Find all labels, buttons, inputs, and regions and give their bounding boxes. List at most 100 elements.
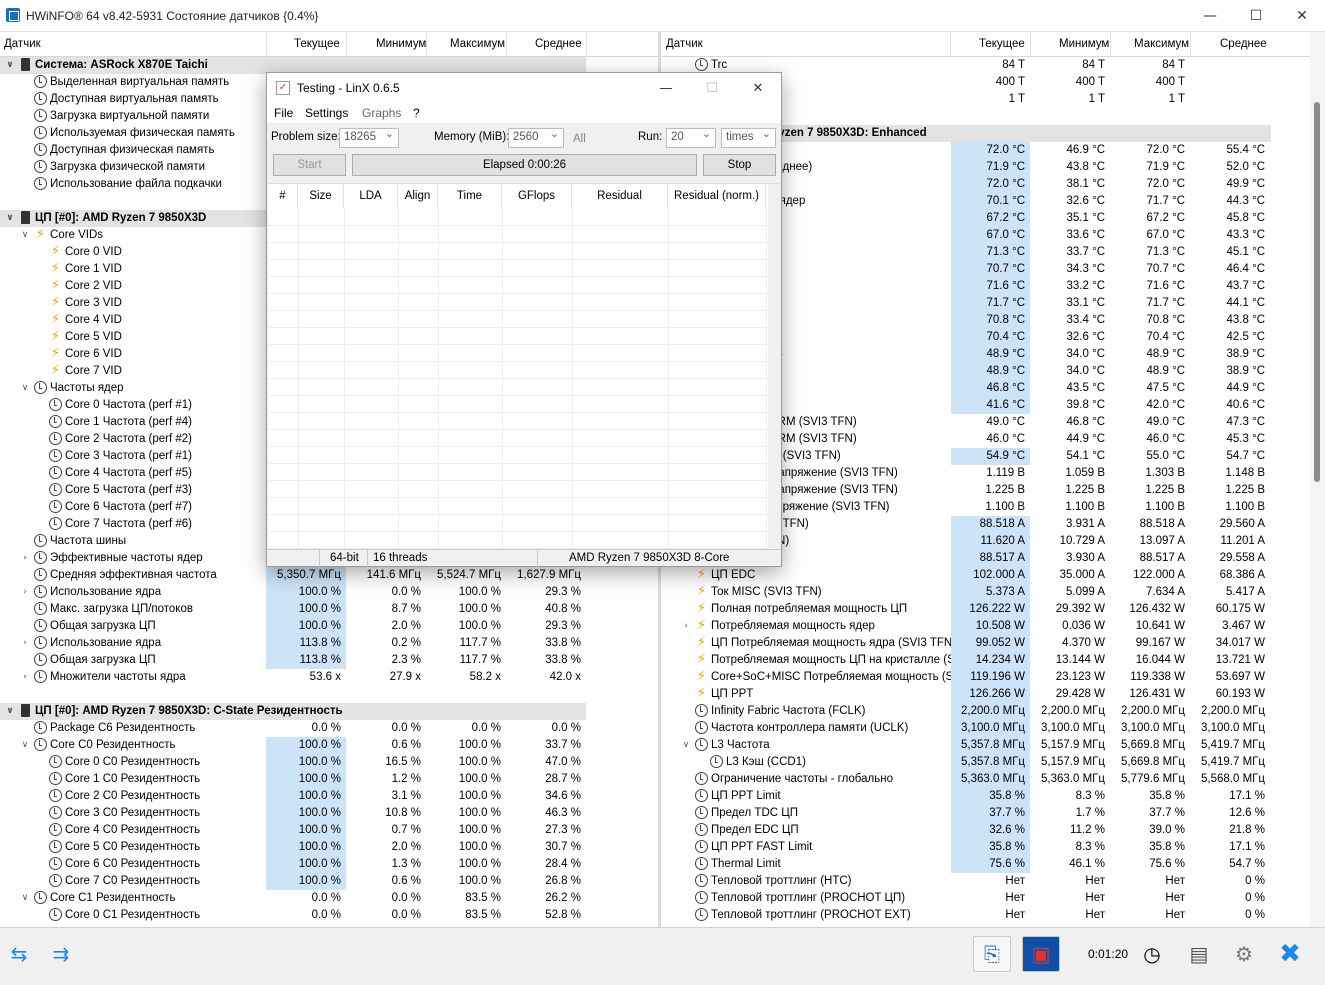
sensor-row[interactable]: Общая загрузка ЦП 113.8 % 2.3 % 117.7 % 33.8… — [0, 652, 658, 669]
expand-toggle-icon[interactable]: › — [680, 621, 692, 631]
expand-toggle-icon[interactable]: ∨ — [19, 230, 31, 240]
sensor-row[interactable]: Core 2 C0 Резидентность 100.0 % 3.1 % 100.0… — [0, 788, 658, 805]
sensor-row[interactable]: Core 4 C0 Резидентность 100.0 % 0.7 % 100.0… — [0, 822, 658, 839]
sensor-row[interactable]: Средняя эффективная частота 5,350.7 МГц 14… — [0, 567, 658, 584]
vertical-scrollbar[interactable] — [1310, 32, 1325, 927]
run-unit-combo[interactable]: times — [721, 127, 776, 148]
sensor-row[interactable]: Тепловой троттлинг (HTC) Нет Нет Нет 0 % — [661, 873, 1317, 890]
expand-toggle-icon[interactable]: ∨ — [4, 60, 16, 70]
sensor-row[interactable]: Core 7 C0 Резидентность 100.0 % 0.6 % 100.0… — [0, 873, 658, 890]
expand-toggle-icon[interactable]: › — [19, 553, 31, 563]
menu-help[interactable]: ? — [413, 106, 420, 120]
col-min-right[interactable]: Минимум — [1059, 38, 1109, 50]
sensor-row[interactable]: Макс. загрузка ЦП/потоков 100.0 % 8.7 % 100… — [0, 601, 658, 618]
col-avg[interactable]: Среднее — [535, 38, 582, 50]
sensor-row[interactable]: ⚡ ЦП PPT 126.266 W 29.428 W 126.431 W 60.193 … — [661, 686, 1317, 703]
expand-toggle-icon[interactable]: › — [19, 672, 31, 682]
expand-toggle-icon[interactable]: ∨ — [680, 740, 692, 750]
results-scrollbar[interactable] — [768, 184, 780, 549]
sensor-row[interactable]: ⚡ Ток MISC (SVI3 TFN) 5.373 A 5.099 A 7.634 … — [661, 584, 1317, 601]
close-button[interactable]: ✕ — [1279, 0, 1325, 32]
sensor-row[interactable]: Core 5 C0 Резидентность 100.0 % 2.0 % 100.0… — [0, 839, 658, 856]
th-time[interactable]: Time — [438, 184, 502, 208]
th-align[interactable]: Align — [398, 184, 438, 208]
gear-icon[interactable]: ⚙ — [1225, 936, 1263, 972]
sensor-row[interactable]: ⚡ Полная потребляемая мощность ЦП 126.222 … — [661, 601, 1317, 618]
sensor-row[interactable]: Infinity Fabric Частота (FCLK) 2,200.0 МГ… — [661, 703, 1317, 720]
start-button[interactable]: Start — [273, 154, 346, 176]
sensor-row[interactable]: ЦП PPT FAST Limit 35.8 % 8.3 % 35.8 % 17.1 % — [661, 839, 1317, 856]
sensor-row[interactable]: Предел TDC ЦП 37.7 % 1.7 % 37.7 % 12.6 % — [661, 805, 1317, 822]
sensor-row[interactable]: Core 6 C0 Резидентность 100.0 % 1.3 % 100.0… — [0, 856, 658, 873]
col-current-right[interactable]: Текущее — [979, 38, 1025, 50]
sensor-row[interactable]: Core 1 C0 Резидентность 100.0 % 1.2 % 100.0… — [0, 771, 658, 788]
stop-button[interactable]: Stop — [703, 154, 776, 176]
close-x-icon[interactable]: ✖ — [1271, 936, 1309, 972]
minimize-button[interactable]: — — [1187, 0, 1233, 32]
linx-maximize-button[interactable]: ☐ — [689, 73, 735, 103]
sensor-row[interactable]: Предел EDC ЦП 32.6 % 11.2 % 39.0 % 21.8 % — [661, 822, 1317, 839]
sensor-row[interactable]: ∨ Core C1 Резидентность 0.0 % 0.0 % 83.5 % 26… — [0, 890, 658, 907]
sensor-row[interactable]: › Использование ядра 100.0 % 0.0 % 100.0 % 29… — [0, 584, 658, 601]
th-index[interactable]: # — [268, 184, 298, 208]
col-current[interactable]: Текущее — [294, 38, 340, 50]
sensor-row[interactable]: Ограничение частоты - глобально 5,363.0 М… — [661, 771, 1317, 788]
sensor-row[interactable]: Частота контроллера памяти (UCLK) 3,100.0… — [661, 720, 1317, 737]
col-max[interactable]: Максимум — [450, 38, 505, 50]
linx-minimize-button[interactable]: — — [643, 73, 689, 103]
sensor-group-row[interactable]: ∨ ЦП [#0]: AMD Ryzen 7 9850X3D: C-State Р… — [0, 703, 658, 720]
sensor-row[interactable]: Thermal Limit 75.6 % 46.1 % 75.6 % 54.7 % — [661, 856, 1317, 873]
th-gflops[interactable]: GFlops — [502, 184, 572, 208]
problem-size-combo[interactable]: 18265 — [339, 127, 399, 148]
sensor-row[interactable]: ЦП PPT Limit 35.8 % 8.3 % 35.8 % 17.1 % — [661, 788, 1317, 805]
sensor-row[interactable]: L3 Кэш (CCD1) 5,357.8 МГц 5,157.9 МГц 5,669… — [661, 754, 1317, 771]
col-min[interactable]: Минимум — [376, 38, 426, 50]
sensor-row[interactable]: Тепловой троттлинг (PROCHOT EXT) Нет Нет Не… — [661, 907, 1317, 924]
sensor-row[interactable]: Core 0 C0 Резидентность 100.0 % 16.5 % 100.… — [0, 754, 658, 771]
menu-file[interactable]: File — [274, 106, 293, 120]
sensor-row[interactable]: ∨ L3 Частота 5,357.8 МГц 5,157.9 МГц 5,669.8… — [661, 737, 1317, 754]
expand-toggle-icon[interactable]: ∨ — [19, 740, 31, 750]
expand-toggle-icon[interactable]: ∨ — [19, 893, 31, 903]
collapse-arrows-icon[interactable]: ⇉ — [42, 936, 80, 972]
expand-arrows-icon[interactable]: ⇆ — [0, 936, 38, 972]
sensor-row[interactable]: ⚡ Потребляемая мощность ЦП на кристалле (… — [661, 652, 1317, 669]
all-checkbox-label[interactable]: All — [573, 133, 586, 145]
expand-toggle-icon[interactable]: › — [19, 587, 31, 597]
th-size[interactable]: Size — [298, 184, 344, 208]
sensor-row[interactable]: › Использование ядра 113.8 % 0.2 % 117.7 % 33… — [0, 635, 658, 652]
report-add-icon[interactable]: ▤ — [1180, 936, 1218, 972]
cpu-chip-icon[interactable]: ▣ — [1022, 936, 1060, 972]
linx-close-button[interactable]: ✕ — [735, 73, 781, 103]
col-sensor-right[interactable]: Датчик — [666, 38, 703, 50]
sensor-row[interactable]: › Множители частоты ядра 53.6 x 27.9 x 58.2 … — [0, 669, 658, 686]
sensor-row[interactable]: ∨ Core C0 Резидентность 100.0 % 0.6 % 100.0 … — [0, 737, 658, 754]
expand-toggle-icon[interactable]: › — [19, 638, 31, 648]
menu-graphs[interactable]: Graphs — [362, 106, 401, 120]
sensor-row[interactable]: Package C6 Резидентность 0.0 % 0.0 % 0.0 % 0… — [0, 720, 658, 737]
clock-icon[interactable]: ◷ — [1133, 936, 1171, 972]
sensor-row[interactable]: Core 3 C0 Резидентность 100.0 % 10.8 % 100.… — [0, 805, 658, 822]
sensor-row[interactable] — [0, 686, 658, 703]
network-icon[interactable]: ⎘ — [973, 936, 1011, 972]
sensor-row[interactable]: ⚡ ЦП Потребляемая мощность ядра (SVI3 TFN… — [661, 635, 1317, 652]
sensor-row[interactable]: Общая загрузка ЦП 100.0 % 2.0 % 100.0 % 29.3… — [0, 618, 658, 635]
th-residual[interactable]: Residual — [572, 184, 668, 208]
menu-settings[interactable]: Settings — [305, 106, 348, 120]
scrollbar-thumb[interactable] — [1314, 102, 1320, 482]
col-sensor[interactable]: Датчик — [4, 38, 41, 50]
col-avg-right[interactable]: Среднее — [1220, 38, 1267, 50]
run-count-combo[interactable]: 20 — [666, 127, 716, 148]
memory-combo[interactable]: 2560 — [508, 127, 564, 148]
expand-toggle-icon[interactable]: ∨ — [19, 383, 31, 393]
col-max-right[interactable]: Максимум — [1134, 38, 1189, 50]
expand-toggle-icon[interactable]: ∨ — [4, 213, 16, 223]
sensor-row[interactable]: Core 0 C1 Резидентность 0.0 % 0.0 % 83.5 % 5… — [0, 907, 658, 924]
th-lda[interactable]: LDA — [344, 184, 398, 208]
expand-toggle-icon[interactable]: ∨ — [4, 706, 16, 716]
sensor-row[interactable]: Тепловой троттлинг (PROCHOT ЦП) Нет Нет Нет… — [661, 890, 1317, 907]
sensor-row[interactable]: ⚡ ЦП EDC 102.000 A 35.000 A 122.000 A 68.386 … — [661, 567, 1317, 584]
sensor-row[interactable]: › ⚡ Потребляемая мощность ядер 10.508 W 0.03… — [661, 618, 1317, 635]
th-residual-norm[interactable]: Residual (norm.) — [668, 184, 766, 208]
sensor-row[interactable]: ⚡ Core+SoC+MISC Потребляемая мощность (SV… — [661, 669, 1317, 686]
